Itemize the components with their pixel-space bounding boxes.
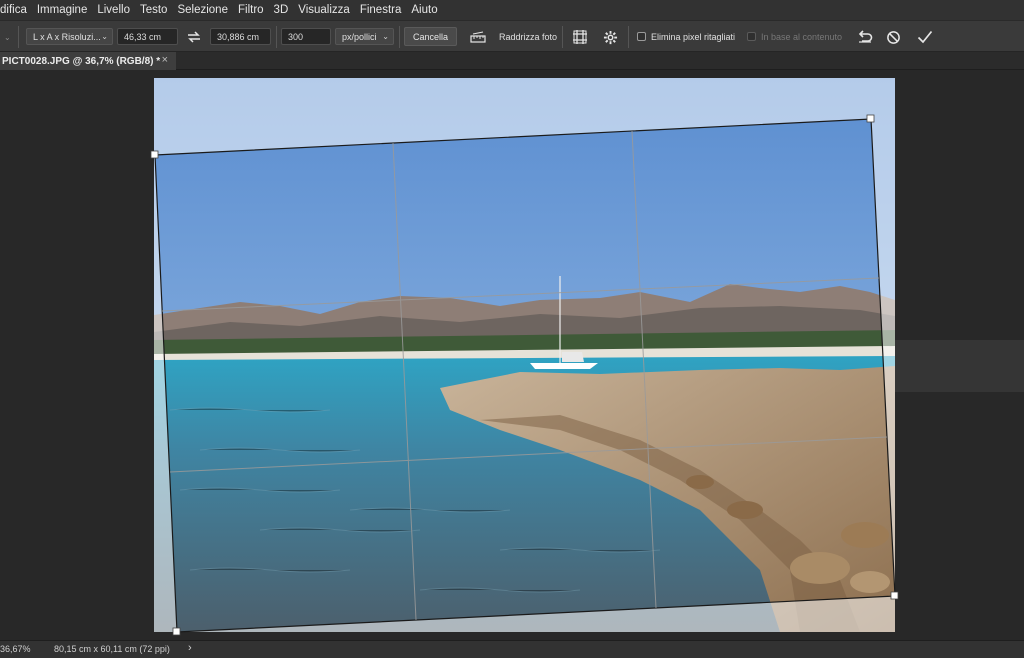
straighten-label[interactable]: Raddrizza foto [499,21,557,53]
separator [562,26,563,48]
separator [399,26,400,48]
content-aware-checkbox[interactable] [747,32,756,41]
menu-aiuto[interactable]: Aiuto [406,0,442,20]
tool-preset-chevron-icon[interactable]: ⌄ [4,21,11,53]
menu-visualizza[interactable]: Visualizza [293,0,355,20]
zoom-level[interactable]: 36,67% [0,644,31,654]
separator [628,26,629,48]
clear-button[interactable]: Cancella [404,27,457,46]
close-icon[interactable]: × [162,54,168,66]
document-tab[interactable]: PICT0028.JPG @ 36,7% (RGB/8) * × [0,52,176,70]
photo-canvas[interactable] [0,70,1024,640]
content-aware-label: In base al contenuto [761,32,843,42]
menu-testo[interactable]: Testo [135,0,173,20]
photo-image [150,78,899,636]
crop-width-field[interactable]: 46,33 cm [117,28,178,45]
resolution-units-dropdown[interactable]: px/pollici ⌄ [335,28,394,45]
checkmark-icon[interactable] [915,27,935,47]
menu-filtro[interactable]: Filtro [233,0,269,20]
resolution-field[interactable]: 300 [281,28,331,45]
cancel-circle-icon[interactable] [883,27,903,47]
separator [276,26,277,48]
canvas-workspace[interactable] [0,70,1024,640]
delete-cropped-label: Elimina pixel ritagliati [651,32,736,42]
gear-icon[interactable] [600,27,620,47]
status-bar: 36,67% 80,15 cm x 60,11 cm (72 ppi) › [0,640,1024,658]
separator [18,26,19,48]
menu-livello[interactable]: Livello [92,0,135,20]
chevron-down-icon: ⌄ [382,32,389,41]
menu-3d[interactable]: 3D [269,0,294,20]
reset-undo-icon[interactable] [855,27,875,47]
menu-bar: difica Immagine Livello Testo Selezione … [0,0,1024,20]
crop-ratio-dropdown[interactable]: L x A x Risoluzi... ⌄ [26,28,113,45]
swap-arrows-icon[interactable] [184,27,204,47]
options-bar: ⌄ L x A x Risoluzi... ⌄ 46,33 cm 30,886 … [0,20,1024,52]
units-label: px/pollici [342,31,377,42]
menu-immagine[interactable]: Immagine [32,0,93,20]
delete-cropped-checkbox[interactable] [637,32,646,41]
menu-modifica[interactable]: difica [0,0,32,20]
document-tab-bar: PICT0028.JPG @ 36,7% (RGB/8) * × [0,52,1024,70]
chevron-down-icon: ⌄ [101,32,108,41]
menu-selezione[interactable]: Selezione [172,0,233,20]
crop-height-field[interactable]: 30,886 cm [210,28,271,45]
straighten-ruler-icon[interactable] [468,27,488,47]
grid-overlay-icon[interactable] [570,27,590,47]
document-size: 80,15 cm x 60,11 cm (72 ppi) [54,644,170,654]
menu-finestra[interactable]: Finestra [355,0,407,20]
document-tab-title: PICT0028.JPG @ 36,7% (RGB/8) * [2,55,161,67]
crop-ratio-label: L x A x Risoluzi... [33,31,101,42]
status-more-chevron-icon[interactable]: › [188,642,192,654]
